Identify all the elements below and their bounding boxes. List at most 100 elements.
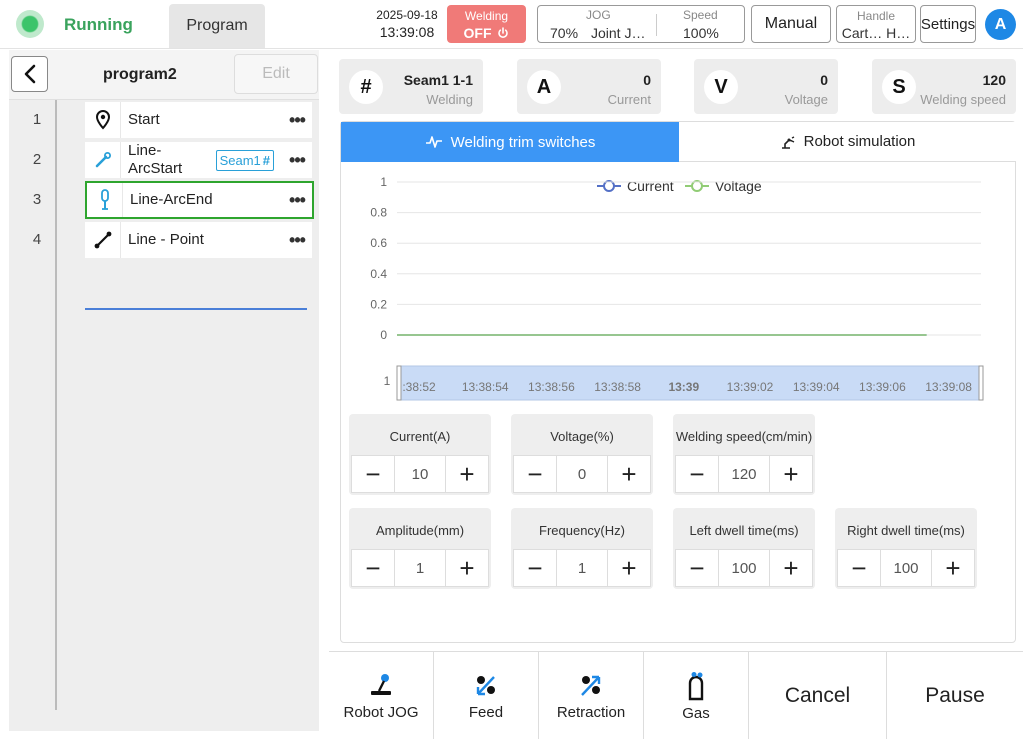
divider — [656, 14, 657, 36]
program-panel: program2 Edit 1 Start ••• 2 Line- ArcSta… — [9, 50, 319, 731]
stat-caption: Current — [607, 92, 651, 107]
row-number: 2 — [32, 151, 42, 168]
current-icon: A — [527, 70, 561, 104]
gas-label: Gas — [682, 704, 710, 722]
control-label: Welding speed(cm/min) — [675, 429, 813, 444]
legend-label: Current — [627, 178, 674, 194]
control-label: Amplitude(mm) — [375, 523, 465, 538]
x-tick-label: 13:39:06 — [859, 380, 906, 394]
stat-voltage: V 0 Voltage — [694, 59, 838, 114]
stat-value: 0 — [820, 72, 828, 88]
increment-button[interactable]: + — [770, 550, 812, 586]
stepper-value[interactable]: 0 — [556, 456, 608, 492]
chart-panel: Welding trim switches Robot simulation C… — [340, 121, 1016, 643]
back-button[interactable] — [11, 56, 48, 92]
more-options-icon[interactable]: ••• — [282, 230, 312, 251]
x-tick-label: 13:39:04 — [793, 380, 840, 394]
y-tick-label: 0.4 — [370, 267, 387, 281]
status-indicator-icon — [16, 10, 44, 38]
robot-jog-button[interactable]: Robot JOG — [329, 652, 434, 739]
cancel-label: Cancel — [784, 684, 851, 707]
stepper-value[interactable]: 100 — [718, 550, 770, 586]
voltage-icon: V — [704, 70, 738, 104]
tab-welding-trim[interactable]: Welding trim switches — [341, 122, 679, 162]
edit-button[interactable]: Edit — [234, 54, 318, 94]
jog-speed-panel[interactable]: JOG 70% Joint J… Speed 100% — [537, 5, 745, 43]
avatar[interactable]: A — [985, 9, 1016, 40]
decrement-button[interactable]: − — [514, 456, 556, 492]
retraction-icon — [581, 675, 601, 696]
jog-label: JOG — [586, 8, 611, 22]
more-options-icon[interactable]: ••• — [282, 190, 312, 211]
increment-button[interactable]: + — [446, 456, 488, 492]
stat-caption: Welding speed — [920, 92, 1006, 107]
stat-caption: Voltage — [784, 92, 828, 107]
tab-label: Robot simulation — [803, 133, 916, 150]
current-stepper: − 10 + — [351, 455, 489, 493]
date: 2025-09-18 — [376, 8, 438, 22]
decrement-button[interactable]: − — [676, 550, 718, 586]
stepper-value[interactable]: 1 — [394, 550, 446, 586]
decrement-button[interactable]: − — [352, 550, 394, 586]
y-tick-label: 0.2 — [370, 297, 387, 311]
current-voltage-chart: Current Voltage 1 0.8 0.6 0.4 0.2 0 1:38:52 13:38… — [370, 175, 984, 401]
retraction-label: Retraction — [556, 703, 626, 721]
tab-program[interactable]: Program — [169, 4, 265, 48]
feed-button[interactable]: Feed — [434, 652, 539, 739]
decrement-button[interactable]: − — [676, 456, 718, 492]
x-tick-label: 13:38:54 — [462, 380, 509, 394]
control-label: Left dwell time(ms) — [689, 523, 799, 538]
welding-toggle-button[interactable]: Welding OFF — [447, 5, 526, 43]
speed-icon: S — [882, 70, 916, 104]
increment-button[interactable]: + — [770, 456, 812, 492]
status-text: Running — [64, 15, 133, 34]
list-item-line-point[interactable]: Line - Point ••• — [85, 222, 312, 258]
stepper-value[interactable]: 10 — [394, 456, 446, 492]
control-left-dwell: Left dwell time(ms) − 100 + — [673, 508, 815, 589]
program-title: program2 — [103, 66, 177, 83]
zoom-start-label: 1 — [384, 374, 391, 388]
stat-value: 120 — [982, 72, 1006, 88]
stepper-value[interactable]: 1 — [556, 550, 608, 586]
stat-value: Seam1 1-1 — [403, 72, 473, 88]
list-item-start[interactable]: Start ••• — [85, 102, 312, 138]
line-icon — [94, 231, 111, 249]
increment-button[interactable]: + — [608, 456, 650, 492]
chevron-left-icon — [24, 64, 35, 84]
stepper-value[interactable]: 100 — [880, 550, 932, 586]
control-frequency: Frequency(Hz) − 1 + — [511, 508, 653, 589]
robot-jog-label: Robot JOG — [343, 703, 419, 721]
handle-values: Cart… H… — [841, 25, 911, 41]
settings-button[interactable]: Settings — [920, 5, 976, 43]
control-label: Voltage(%) — [550, 429, 614, 444]
list-item-arcend[interactable]: Line-ArcEnd ••• — [85, 181, 314, 219]
manual-button[interactable]: Manual — [751, 5, 831, 43]
decrement-button[interactable]: − — [514, 550, 556, 586]
stat-caption: Welding — [426, 92, 473, 107]
pause-button[interactable]: Pause — [887, 652, 1023, 739]
gas-button[interactable]: Gas — [644, 652, 749, 739]
more-options-icon[interactable]: ••• — [282, 150, 312, 171]
more-options-icon[interactable]: ••• — [282, 110, 312, 131]
list-item-label: Line- ArcStart — [128, 142, 183, 177]
increment-button[interactable]: + — [446, 550, 488, 586]
handle-button[interactable]: Handle Cart… H… — [836, 5, 916, 43]
decrement-button[interactable]: − — [352, 456, 394, 492]
control-voltage: Voltage(%) − 0 + — [511, 414, 653, 495]
frequency-stepper: − 1 + — [513, 549, 651, 587]
torch-end-icon — [100, 189, 109, 210]
seam-chip[interactable]: Seam1 # — [215, 149, 274, 171]
increment-button[interactable]: + — [932, 550, 974, 586]
cancel-button[interactable]: Cancel — [749, 652, 887, 739]
jog-value: 70% — [550, 25, 579, 41]
row-number: 3 — [32, 191, 42, 208]
stepper-value[interactable]: 120 — [718, 456, 770, 492]
list-item-arcstart[interactable]: Line- ArcStart Seam1 # ••• — [85, 142, 312, 178]
y-tick-label: 1 — [380, 175, 387, 189]
tab-robot-simulation[interactable]: Robot simulation — [679, 122, 1016, 162]
bottom-toolbar: Robot JOG Feed Retraction Gas Cancel Pau… — [329, 651, 1023, 739]
increment-button[interactable]: + — [608, 550, 650, 586]
decrement-button[interactable]: − — [838, 550, 880, 586]
feed-label: Feed — [468, 703, 504, 721]
retraction-button[interactable]: Retraction — [539, 652, 644, 739]
